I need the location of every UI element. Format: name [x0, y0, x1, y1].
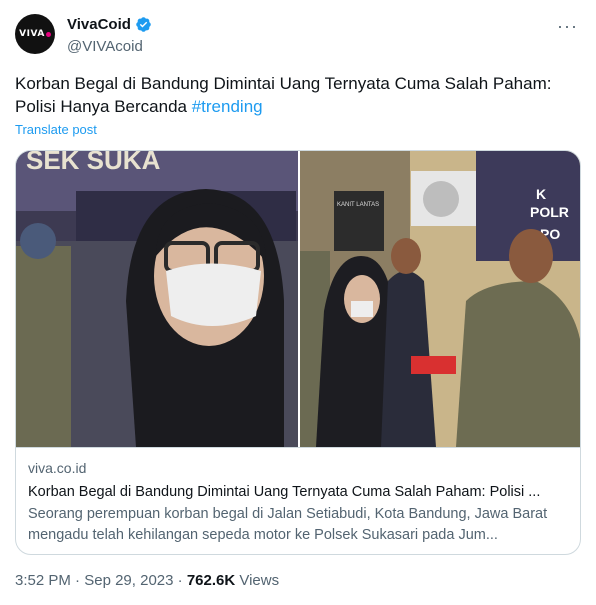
tweet-time[interactable]: 3:52 PM [15, 572, 71, 589]
image-banner-right-2: POLR [530, 204, 569, 220]
verified-badge-icon [136, 17, 151, 32]
card-domain: viva.co.id [28, 460, 87, 476]
image-wall-sign: KANIT LANTAS [337, 202, 379, 208]
tweet-body-text: Korban Begal di Bandung Dimintai Uang Te… [15, 74, 552, 116]
author-display-name[interactable]: VivaCoid [67, 16, 131, 33]
card-description: Seorang perempuan korban begal di Jalan … [28, 506, 548, 543]
author-name-row[interactable]: VivaCoid [67, 16, 152, 33]
author-avatar[interactable]: VIVA [15, 14, 55, 54]
card-title: Korban Begal di Bandung Dimintai Uang Te… [28, 484, 541, 500]
meta-separator-2: · [177, 572, 183, 589]
views-count: 762.6K [186, 572, 236, 589]
link-preview-card[interactable]: SEK SUKA K POLR PO KANIT LANTAS viva.co.… [15, 150, 581, 555]
translate-post-link[interactable]: Translate post [15, 122, 97, 137]
avatar-logo-dot [45, 31, 51, 37]
image-banner-right-1: K [536, 186, 546, 202]
author-handle[interactable]: @VIVAcoid [67, 38, 143, 55]
avatar-logo-text: VIVA [19, 29, 45, 39]
card-body[interactable]: viva.co.id Korban Begal di Bandung Dimin… [16, 447, 580, 554]
views-label: Views [239, 572, 280, 589]
meta-separator: · [75, 572, 81, 589]
image-banner-left: SEK SUKA [26, 151, 161, 175]
tweet-text: Korban Begal di Bandung Dimintai Uang Te… [15, 72, 581, 118]
more-options-icon[interactable]: ··· [557, 16, 578, 37]
tweet-metadata: 3:52 PM · Sep 29, 2023 · 762.6K Views [15, 572, 279, 589]
tweet-date[interactable]: Sep 29, 2023 [84, 572, 173, 589]
hashtag-link[interactable]: #trending [192, 97, 263, 116]
card-preview-image: SEK SUKA K POLR PO KANIT LANTAS [16, 151, 580, 447]
